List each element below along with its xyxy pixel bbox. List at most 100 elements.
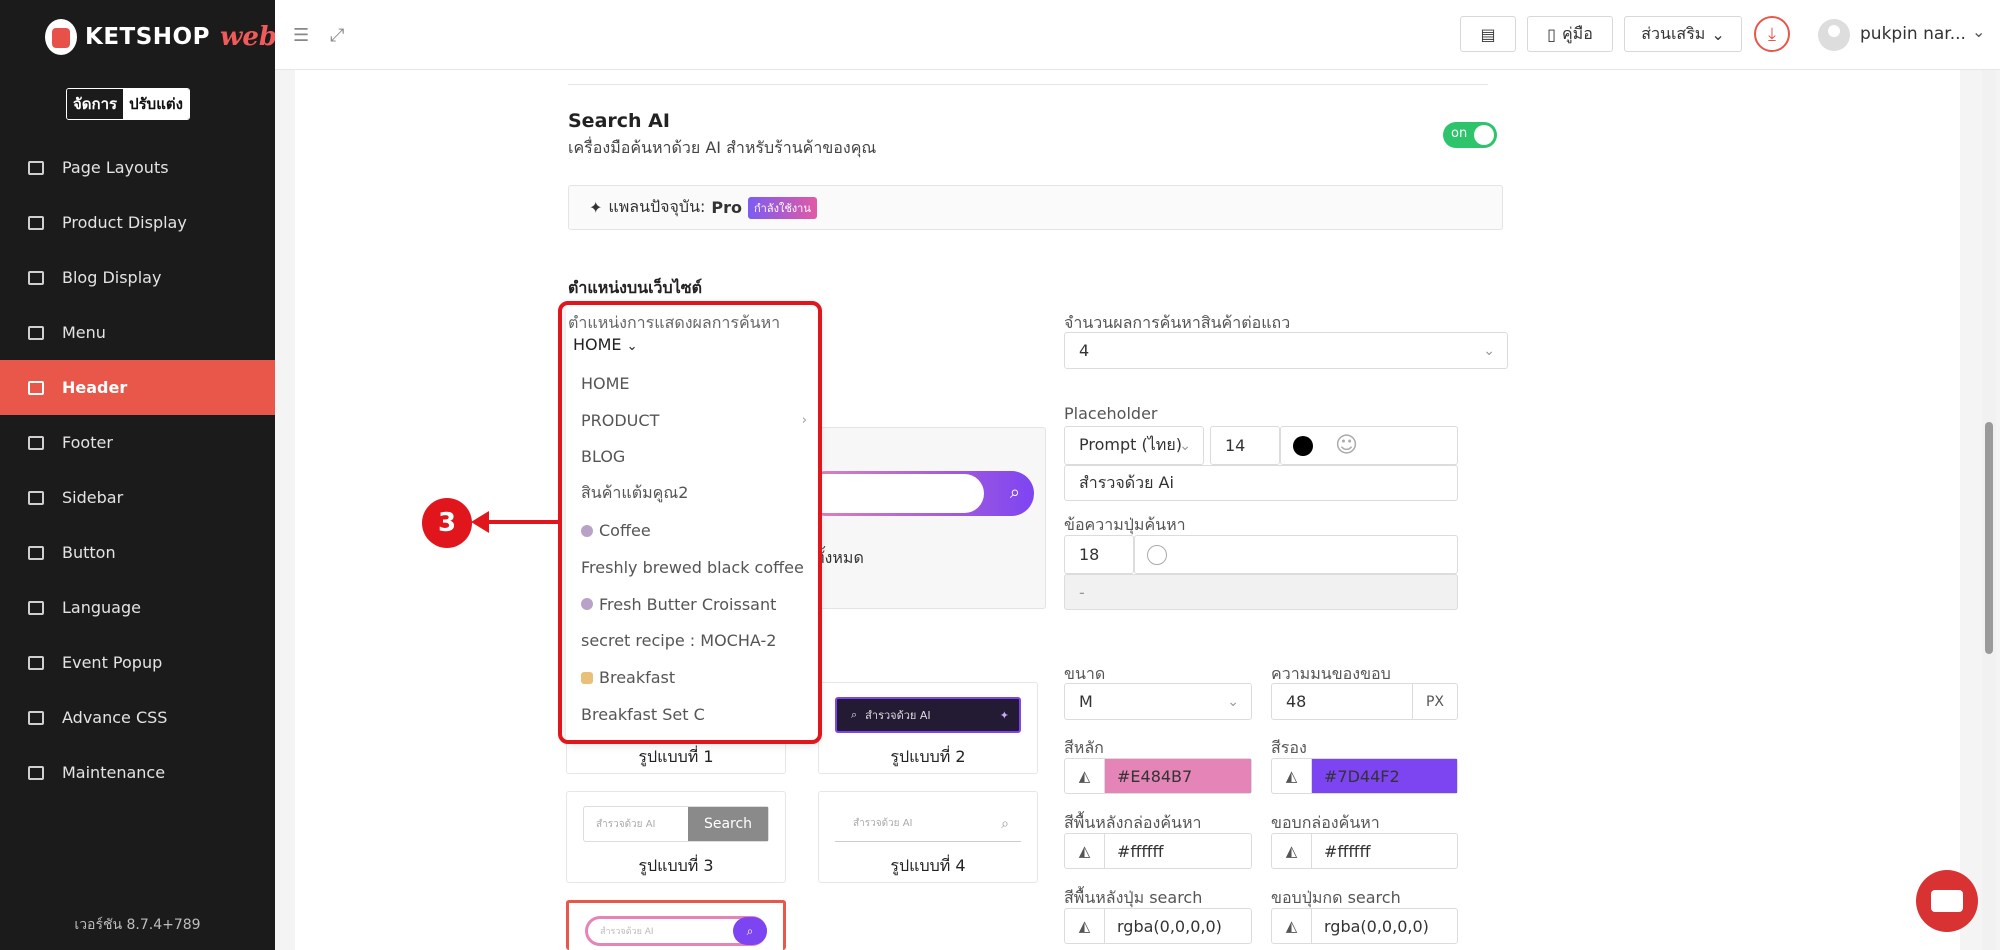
chevron-down-icon: ⌄ [1711,24,1725,44]
placeholder-color-picker[interactable] [1293,436,1313,456]
button-text-input[interactable]: - [1064,574,1458,610]
paint-bucket-icon: ◭ [1065,834,1105,868]
button-border-value: rgba(0,0,0,0) [1324,916,1429,936]
button-bg-input[interactable]: ◭ rgba(0,0,0,0) [1064,908,1252,944]
sparkle-icon: ✦ [589,198,603,217]
sidebar-item-label: Advance CSS [62,708,168,727]
style-option-5[interactable]: สำรวจด้วย AI ⌕ [566,900,786,950]
paint-bucket-icon: ◭ [1065,759,1105,793]
topbar: ☰ ⤢ ▤ ▯ คู่มือ ส่วนเสริม ⌄ ⤓ pukpin nar...… [275,0,2000,70]
paint-bucket-icon: ◭ [1272,834,1312,868]
style-4-placeholder: สำรวจด้วย AI [853,818,913,829]
fullscreen-icon[interactable]: ⤢ [330,25,344,46]
chevron-down-icon: ⌄ [1483,342,1495,359]
emoji-icon[interactable]: ☺ [1335,433,1358,458]
sidebar-item-product-display[interactable]: Product Display [0,195,275,250]
scrollbar[interactable] [1982,70,1996,950]
sidebar-item-sidebar[interactable]: Sidebar [0,470,275,525]
search-border-value: #ffffff [1324,841,1371,861]
secondary-color-value: #7D44F2 [1312,759,1457,793]
sidebar-item-footer[interactable]: Footer [0,415,275,470]
download-icon: ⤓ [1768,23,1776,45]
user-chevron-down-icon[interactable]: ⌄ [1972,22,1985,41]
primary-color-value: #E484B7 [1105,759,1251,793]
sidebar-item-label: Button [62,543,116,562]
addons-button[interactable]: ส่วนเสริม ⌄ [1624,16,1742,52]
style-5-placeholder: สำรวจด้วย AI [600,927,654,937]
logo-suffix: web [219,22,278,52]
toggle-state-text: on [1451,126,1468,141]
language-icon [28,600,44,615]
button-border-input[interactable]: ◭ rgba(0,0,0,0) [1271,908,1458,944]
sidebar-item-label: Event Popup [62,653,163,672]
sidebar-item-label: Maintenance [62,763,166,782]
sidebar-item-advance-css[interactable]: Advance CSS [0,690,275,745]
manual-button[interactable]: ▯ คู่มือ [1527,16,1613,52]
sidebar-item-blog-display[interactable]: Blog Display [0,250,275,305]
annotation-arrow [471,511,559,533]
radius-input[interactable]: 48 PX [1271,683,1458,720]
grid-icon [28,215,44,230]
chevron-down-icon: ⌄ [1227,693,1239,710]
book-icon: ▯ [1547,24,1556,44]
chat-button[interactable] [1916,870,1978,932]
sidebar-item-button[interactable]: Button [0,525,275,580]
collapse-menu-icon[interactable]: ☰ [293,25,309,46]
placeholder-size-input[interactable]: 14 [1210,426,1280,465]
plan-name: Pro [711,198,743,217]
logo[interactable]: KETSHOP web [45,15,277,59]
button-text-size-input[interactable]: 18 [1064,535,1134,574]
avatar[interactable] [1818,19,1850,51]
sidebar-item-header[interactable]: Header [0,360,275,415]
chat-icon [1931,890,1963,912]
mode-toggle: จัดการ ปรับแต่ง [66,88,190,120]
language-switch-button[interactable]: ▤ [1460,16,1516,52]
sidebar-item-label: Language [62,598,141,617]
placeholder-text-input[interactable]: สำรวจด้วย Ai [1064,465,1458,501]
sidebar-item-event-popup[interactable]: Event Popup [0,635,275,690]
per-row-select[interactable]: 4 ⌄ [1064,332,1508,369]
bug-icon [28,765,44,780]
annotation-highlight-box [558,301,822,744]
radius-value: 48 [1286,692,1307,711]
mode-manage-button[interactable]: จัดการ [67,89,124,119]
radius-unit: PX [1412,684,1457,719]
style-option-4[interactable]: สำรวจด้วย AI ⌕ รูปแบบที่ 4 [818,791,1038,883]
sidebar-item-maintenance[interactable]: Maintenance [0,745,275,800]
popup-icon [28,655,44,670]
sidebar-item-label: Sidebar [62,488,124,507]
size-select[interactable]: M ⌄ [1064,683,1252,720]
sidebar-item-page-layouts[interactable]: Page Layouts [0,140,275,195]
search-border-input[interactable]: ◭ #ffffff [1271,833,1458,869]
style-2-placeholder: สำรวจด้วย AI [865,709,931,722]
sidebar-item-label: Menu [62,323,106,342]
placeholder-font-select[interactable]: Prompt (ไทย) ⌄ [1064,426,1204,465]
style-option-label: รูปแบบที่ 1 [638,747,714,766]
scrollbar-thumb[interactable] [1985,422,1993,654]
download-button[interactable]: ⤓ [1754,16,1790,52]
sidebar-nav: Page Layouts Product Display Blog Displa… [0,140,275,800]
placeholder-label: Placeholder [1064,404,1158,423]
toggle-knob [1474,125,1494,145]
sidebar-item-language[interactable]: Language [0,580,275,635]
style-option-label: รูปแบบที่ 4 [890,856,966,875]
search-bg-input[interactable]: ◭ #ffffff [1064,833,1252,869]
size-value: M [1079,692,1093,711]
sidebar-item-label: Page Layouts [62,158,169,177]
app-root: KETSHOP web จัดการ ปรับแต่ง Page Layouts… [0,0,2000,950]
button-text-style-group [1134,535,1458,574]
style-option-2[interactable]: ⌕ สำรวจด้วย AI ✦ รูปแบบที่ 2 [818,682,1038,774]
paint-bucket-icon: ◭ [1272,909,1312,943]
secondary-color-input[interactable]: ◭ #7D44F2 [1271,758,1458,794]
annotation-step-badge: 3 [422,498,472,548]
logo-cup-icon [45,19,77,55]
sidebar-item-menu[interactable]: Menu [0,305,275,360]
username[interactable]: pukpin nar... [1860,24,1966,44]
style-option-3[interactable]: สำรวจด้วย AI Search รูปแบบที่ 3 [566,791,786,883]
search-ai-toggle[interactable]: on [1443,122,1497,148]
button-text-color-picker[interactable] [1147,545,1167,565]
mode-customize-button[interactable]: ปรับแต่ง [123,89,189,119]
sparkle-icon: ✦ [999,708,1009,722]
placeholder-font-value: Prompt (ไทย) [1079,435,1182,454]
primary-color-input[interactable]: ◭ #E484B7 [1064,758,1252,794]
